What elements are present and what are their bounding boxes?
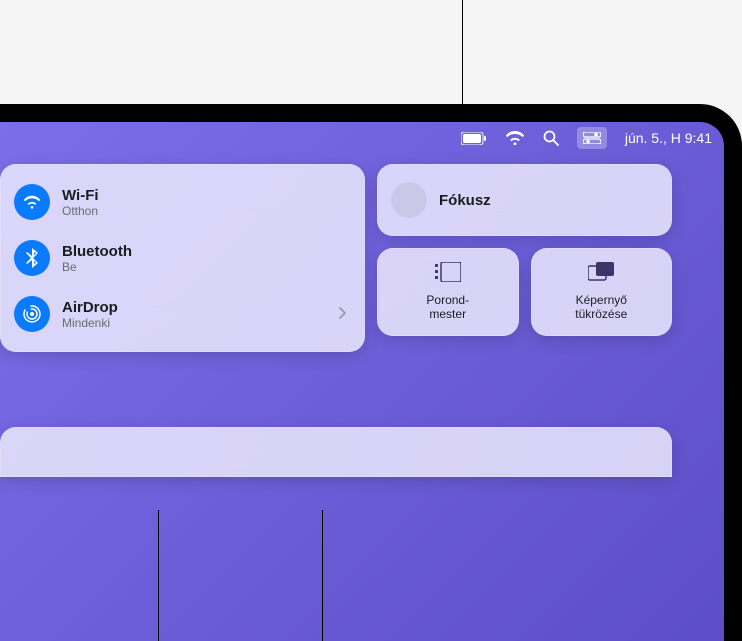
chevron-right-icon[interactable] bbox=[339, 306, 351, 322]
airdrop-row[interactable]: AirDrop Mindenki bbox=[14, 286, 351, 342]
screen-mirroring-label: Képernyő tükrözése bbox=[575, 293, 627, 322]
moon-icon bbox=[391, 182, 427, 218]
bluetooth-status: Be bbox=[62, 260, 351, 274]
wifi-status: Otthon bbox=[62, 204, 351, 218]
screen-mirroring-button[interactable]: Képernyő tükrözése bbox=[531, 248, 673, 336]
battery-icon[interactable] bbox=[461, 127, 487, 149]
search-icon[interactable] bbox=[543, 127, 559, 149]
stage-manager-label: Porond- mester bbox=[426, 293, 469, 322]
callout-line-bottom-right bbox=[322, 510, 323, 641]
wifi-title: Wi-Fi bbox=[62, 187, 351, 204]
wifi-toggle-icon[interactable] bbox=[14, 184, 50, 220]
callout-line-bottom-left bbox=[158, 510, 159, 641]
control-center-panel: Wi-Fi Otthon Bluetooth Be bbox=[0, 164, 680, 352]
control-center-icon[interactable] bbox=[577, 127, 607, 149]
menubar-date-time[interactable]: jún. 5., H 9:41 bbox=[625, 130, 712, 146]
airdrop-status: Mindenki bbox=[62, 316, 327, 330]
lower-panel-strip bbox=[0, 427, 672, 477]
menubar: jún. 5., H 9:41 bbox=[0, 122, 724, 154]
device-frame: jún. 5., H 9:41 Wi-Fi Otthon bbox=[0, 104, 742, 641]
connectivity-panel: Wi-Fi Otthon Bluetooth Be bbox=[0, 164, 365, 352]
callout-line-top bbox=[462, 0, 463, 104]
bluetooth-row[interactable]: Bluetooth Be bbox=[14, 230, 351, 286]
wifi-row[interactable]: Wi-Fi Otthon bbox=[14, 174, 351, 230]
bluetooth-toggle-icon[interactable] bbox=[14, 240, 50, 276]
wifi-icon[interactable] bbox=[505, 127, 525, 149]
airdrop-title: AirDrop bbox=[62, 299, 327, 316]
stage-manager-icon bbox=[435, 262, 461, 287]
screen-mirroring-icon bbox=[588, 262, 614, 287]
stage-manager-button[interactable]: Porond- mester bbox=[377, 248, 519, 336]
focus-panel[interactable]: Fókusz bbox=[377, 164, 672, 236]
airdrop-toggle-icon[interactable] bbox=[14, 296, 50, 332]
bluetooth-title: Bluetooth bbox=[62, 243, 351, 260]
focus-label: Fókusz bbox=[439, 192, 491, 209]
screen: jún. 5., H 9:41 Wi-Fi Otthon bbox=[0, 122, 724, 641]
